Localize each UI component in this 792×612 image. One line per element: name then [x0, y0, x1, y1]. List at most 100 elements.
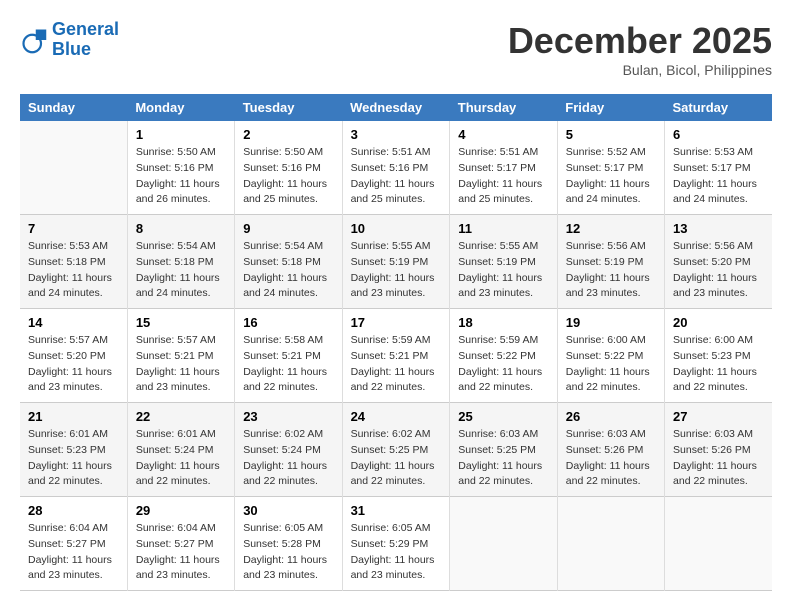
day-info: Sunrise: 5:57 AMSunset: 5:20 PMDaylight:… — [28, 333, 119, 396]
day-number: 19 — [566, 315, 656, 330]
day-number: 15 — [136, 315, 226, 330]
table-row: 18 Sunrise: 5:59 AMSunset: 5:22 PMDayligh… — [450, 309, 558, 403]
logo-icon — [20, 26, 48, 54]
col-thursday: Thursday — [450, 94, 558, 121]
table-row — [450, 497, 558, 591]
logo: General Blue — [20, 20, 119, 60]
table-row: 13 Sunrise: 5:56 AMSunset: 5:20 PMDayligh… — [665, 215, 772, 309]
table-row: 22 Sunrise: 6:01 AMSunset: 5:24 PMDayligh… — [127, 403, 234, 497]
day-info: Sunrise: 5:50 AMSunset: 5:16 PMDaylight:… — [136, 145, 226, 208]
table-row: 23Sunrise: 6:02 AMSunset: 5:24 PMDayligh… — [235, 403, 342, 497]
table-row: 24 Sunrise: 6:02 AMSunset: 5:25 PMDayligh… — [342, 403, 450, 497]
day-info: Sunrise: 5:56 AMSunset: 5:20 PMDaylight:… — [673, 239, 764, 302]
col-wednesday: Wednesday — [342, 94, 450, 121]
day-number: 20 — [673, 315, 764, 330]
page-header: General Blue December 2025 Bulan, Bicol,… — [20, 20, 772, 78]
table-row: 12 Sunrise: 5:56 AMSunset: 5:19 PMDayligh… — [557, 215, 664, 309]
day-number: 29 — [136, 503, 226, 518]
day-info: Sunrise: 5:51 AMSunset: 5:17 PMDaylight:… — [458, 145, 549, 208]
day-info: Sunrise: 6:03 AMSunset: 5:26 PMDaylight:… — [566, 427, 656, 490]
day-number: 21 — [28, 409, 119, 424]
col-sunday: Sunday — [20, 94, 127, 121]
day-number: 16 — [243, 315, 333, 330]
col-monday: Monday — [127, 94, 234, 121]
day-number: 12 — [566, 221, 656, 236]
day-number: 14 — [28, 315, 119, 330]
day-number: 17 — [351, 315, 442, 330]
day-number: 13 — [673, 221, 764, 236]
day-number: 27 — [673, 409, 764, 424]
table-row: 20Sunrise: 6:00 AMSunset: 5:23 PMDayligh… — [665, 309, 772, 403]
day-number: 22 — [136, 409, 226, 424]
table-row: 11 Sunrise: 5:55 AMSunset: 5:19 PMDayligh… — [450, 215, 558, 309]
logo-text: General Blue — [52, 20, 119, 60]
day-number: 31 — [351, 503, 442, 518]
day-number: 25 — [458, 409, 549, 424]
day-info: Sunrise: 6:05 AMSunset: 5:29 PMDaylight:… — [351, 521, 442, 584]
day-info: Sunrise: 5:54 AMSunset: 5:18 PMDaylight:… — [136, 239, 226, 302]
table-row: 8 Sunrise: 5:54 AMSunset: 5:18 PMDaylight… — [127, 215, 234, 309]
table-row: 28 Sunrise: 6:04 AMSunset: 5:27 PMDayligh… — [20, 497, 127, 591]
day-number: 1 — [136, 127, 226, 142]
table-row: 21Sunrise: 6:01 AMSunset: 5:23 PMDayligh… — [20, 403, 127, 497]
day-number: 10 — [351, 221, 442, 236]
col-tuesday: Tuesday — [235, 94, 342, 121]
table-row — [557, 497, 664, 591]
table-row: 2Sunrise: 5:50 AMSunset: 5:16 PMDaylight… — [235, 121, 342, 215]
day-info: Sunrise: 5:52 AMSunset: 5:17 PMDaylight:… — [566, 145, 656, 208]
col-saturday: Saturday — [665, 94, 772, 121]
table-row: 9Sunrise: 5:54 AMSunset: 5:18 PMDaylight… — [235, 215, 342, 309]
day-info: Sunrise: 6:02 AMSunset: 5:25 PMDaylight:… — [351, 427, 442, 490]
logo-line2: Blue — [52, 39, 91, 59]
day-number: 8 — [136, 221, 226, 236]
table-row: 19 Sunrise: 6:00 AMSunset: 5:22 PMDayligh… — [557, 309, 664, 403]
day-info: Sunrise: 5:55 AMSunset: 5:19 PMDaylight:… — [351, 239, 442, 302]
table-row: 31 Sunrise: 6:05 AMSunset: 5:29 PMDayligh… — [342, 497, 450, 591]
table-row: 6 Sunrise: 5:53 AMSunset: 5:17 PMDaylight… — [665, 121, 772, 215]
day-info: Sunrise: 6:03 AMSunset: 5:26 PMDaylight:… — [673, 427, 764, 490]
table-row: 3Sunrise: 5:51 AMSunset: 5:16 PMDaylight… — [342, 121, 450, 215]
day-number: 9 — [243, 221, 333, 236]
day-info: Sunrise: 6:04 AMSunset: 5:27 PMDaylight:… — [28, 521, 119, 584]
table-row: 10 Sunrise: 5:55 AMSunset: 5:19 PMDayligh… — [342, 215, 450, 309]
logo-line1: General — [52, 19, 119, 39]
table-row: 17 Sunrise: 5:59 AMSunset: 5:21 PMDayligh… — [342, 309, 450, 403]
day-info: Sunrise: 6:02 AMSunset: 5:24 PMDaylight:… — [243, 427, 333, 490]
day-info: Sunrise: 5:53 AMSunset: 5:18 PMDaylight:… — [28, 239, 119, 302]
month-title: December 2025 — [508, 20, 772, 62]
day-number: 24 — [351, 409, 442, 424]
day-info: Sunrise: 6:00 AMSunset: 5:22 PMDaylight:… — [566, 333, 656, 396]
day-info: Sunrise: 6:01 AMSunset: 5:24 PMDaylight:… — [136, 427, 226, 490]
day-number: 5 — [566, 127, 656, 142]
table-row: 7Sunrise: 5:53 AMSunset: 5:18 PMDaylight… — [20, 215, 127, 309]
day-number: 28 — [28, 503, 119, 518]
table-row — [665, 497, 772, 591]
table-row: 27 Sunrise: 6:03 AMSunset: 5:26 PMDayligh… — [665, 403, 772, 497]
table-row: 29Sunrise: 6:04 AMSunset: 5:27 PMDayligh… — [127, 497, 234, 591]
calendar-table: Sunday Monday Tuesday Wednesday Thursday… — [20, 94, 772, 591]
table-row: 26 Sunrise: 6:03 AMSunset: 5:26 PMDayligh… — [557, 403, 664, 497]
table-row: 30Sunrise: 6:05 AMSunset: 5:28 PMDayligh… — [235, 497, 342, 591]
day-number: 26 — [566, 409, 656, 424]
table-row: 5 Sunrise: 5:52 AMSunset: 5:17 PMDaylight… — [557, 121, 664, 215]
table-row — [20, 121, 127, 215]
table-row: 25Sunrise: 6:03 AMSunset: 5:25 PMDayligh… — [450, 403, 558, 497]
day-number: 30 — [243, 503, 333, 518]
day-number: 18 — [458, 315, 549, 330]
day-number: 6 — [673, 127, 764, 142]
table-row: 1 Sunrise: 5:50 AMSunset: 5:16 PMDaylight… — [127, 121, 234, 215]
title-block: December 2025 Bulan, Bicol, Philippines — [508, 20, 772, 78]
day-info: Sunrise: 5:59 AMSunset: 5:21 PMDaylight:… — [351, 333, 442, 396]
calendar-header: Sunday Monday Tuesday Wednesday Thursday… — [20, 94, 772, 121]
day-info: Sunrise: 5:59 AMSunset: 5:22 PMDaylight:… — [458, 333, 549, 396]
table-row: 4Sunrise: 5:51 AMSunset: 5:17 PMDaylight… — [450, 121, 558, 215]
location: Bulan, Bicol, Philippines — [508, 62, 772, 78]
day-info: Sunrise: 5:58 AMSunset: 5:21 PMDaylight:… — [243, 333, 333, 396]
calendar-body: 1 Sunrise: 5:50 AMSunset: 5:16 PMDaylight… — [20, 121, 772, 591]
day-info: Sunrise: 5:53 AMSunset: 5:17 PMDaylight:… — [673, 145, 764, 208]
day-info: Sunrise: 5:55 AMSunset: 5:19 PMDaylight:… — [458, 239, 549, 302]
table-row: 14 Sunrise: 5:57 AMSunset: 5:20 PMDayligh… — [20, 309, 127, 403]
table-row: 15Sunrise: 5:57 AMSunset: 5:21 PMDayligh… — [127, 309, 234, 403]
day-info: Sunrise: 5:56 AMSunset: 5:19 PMDaylight:… — [566, 239, 656, 302]
day-number: 11 — [458, 221, 549, 236]
